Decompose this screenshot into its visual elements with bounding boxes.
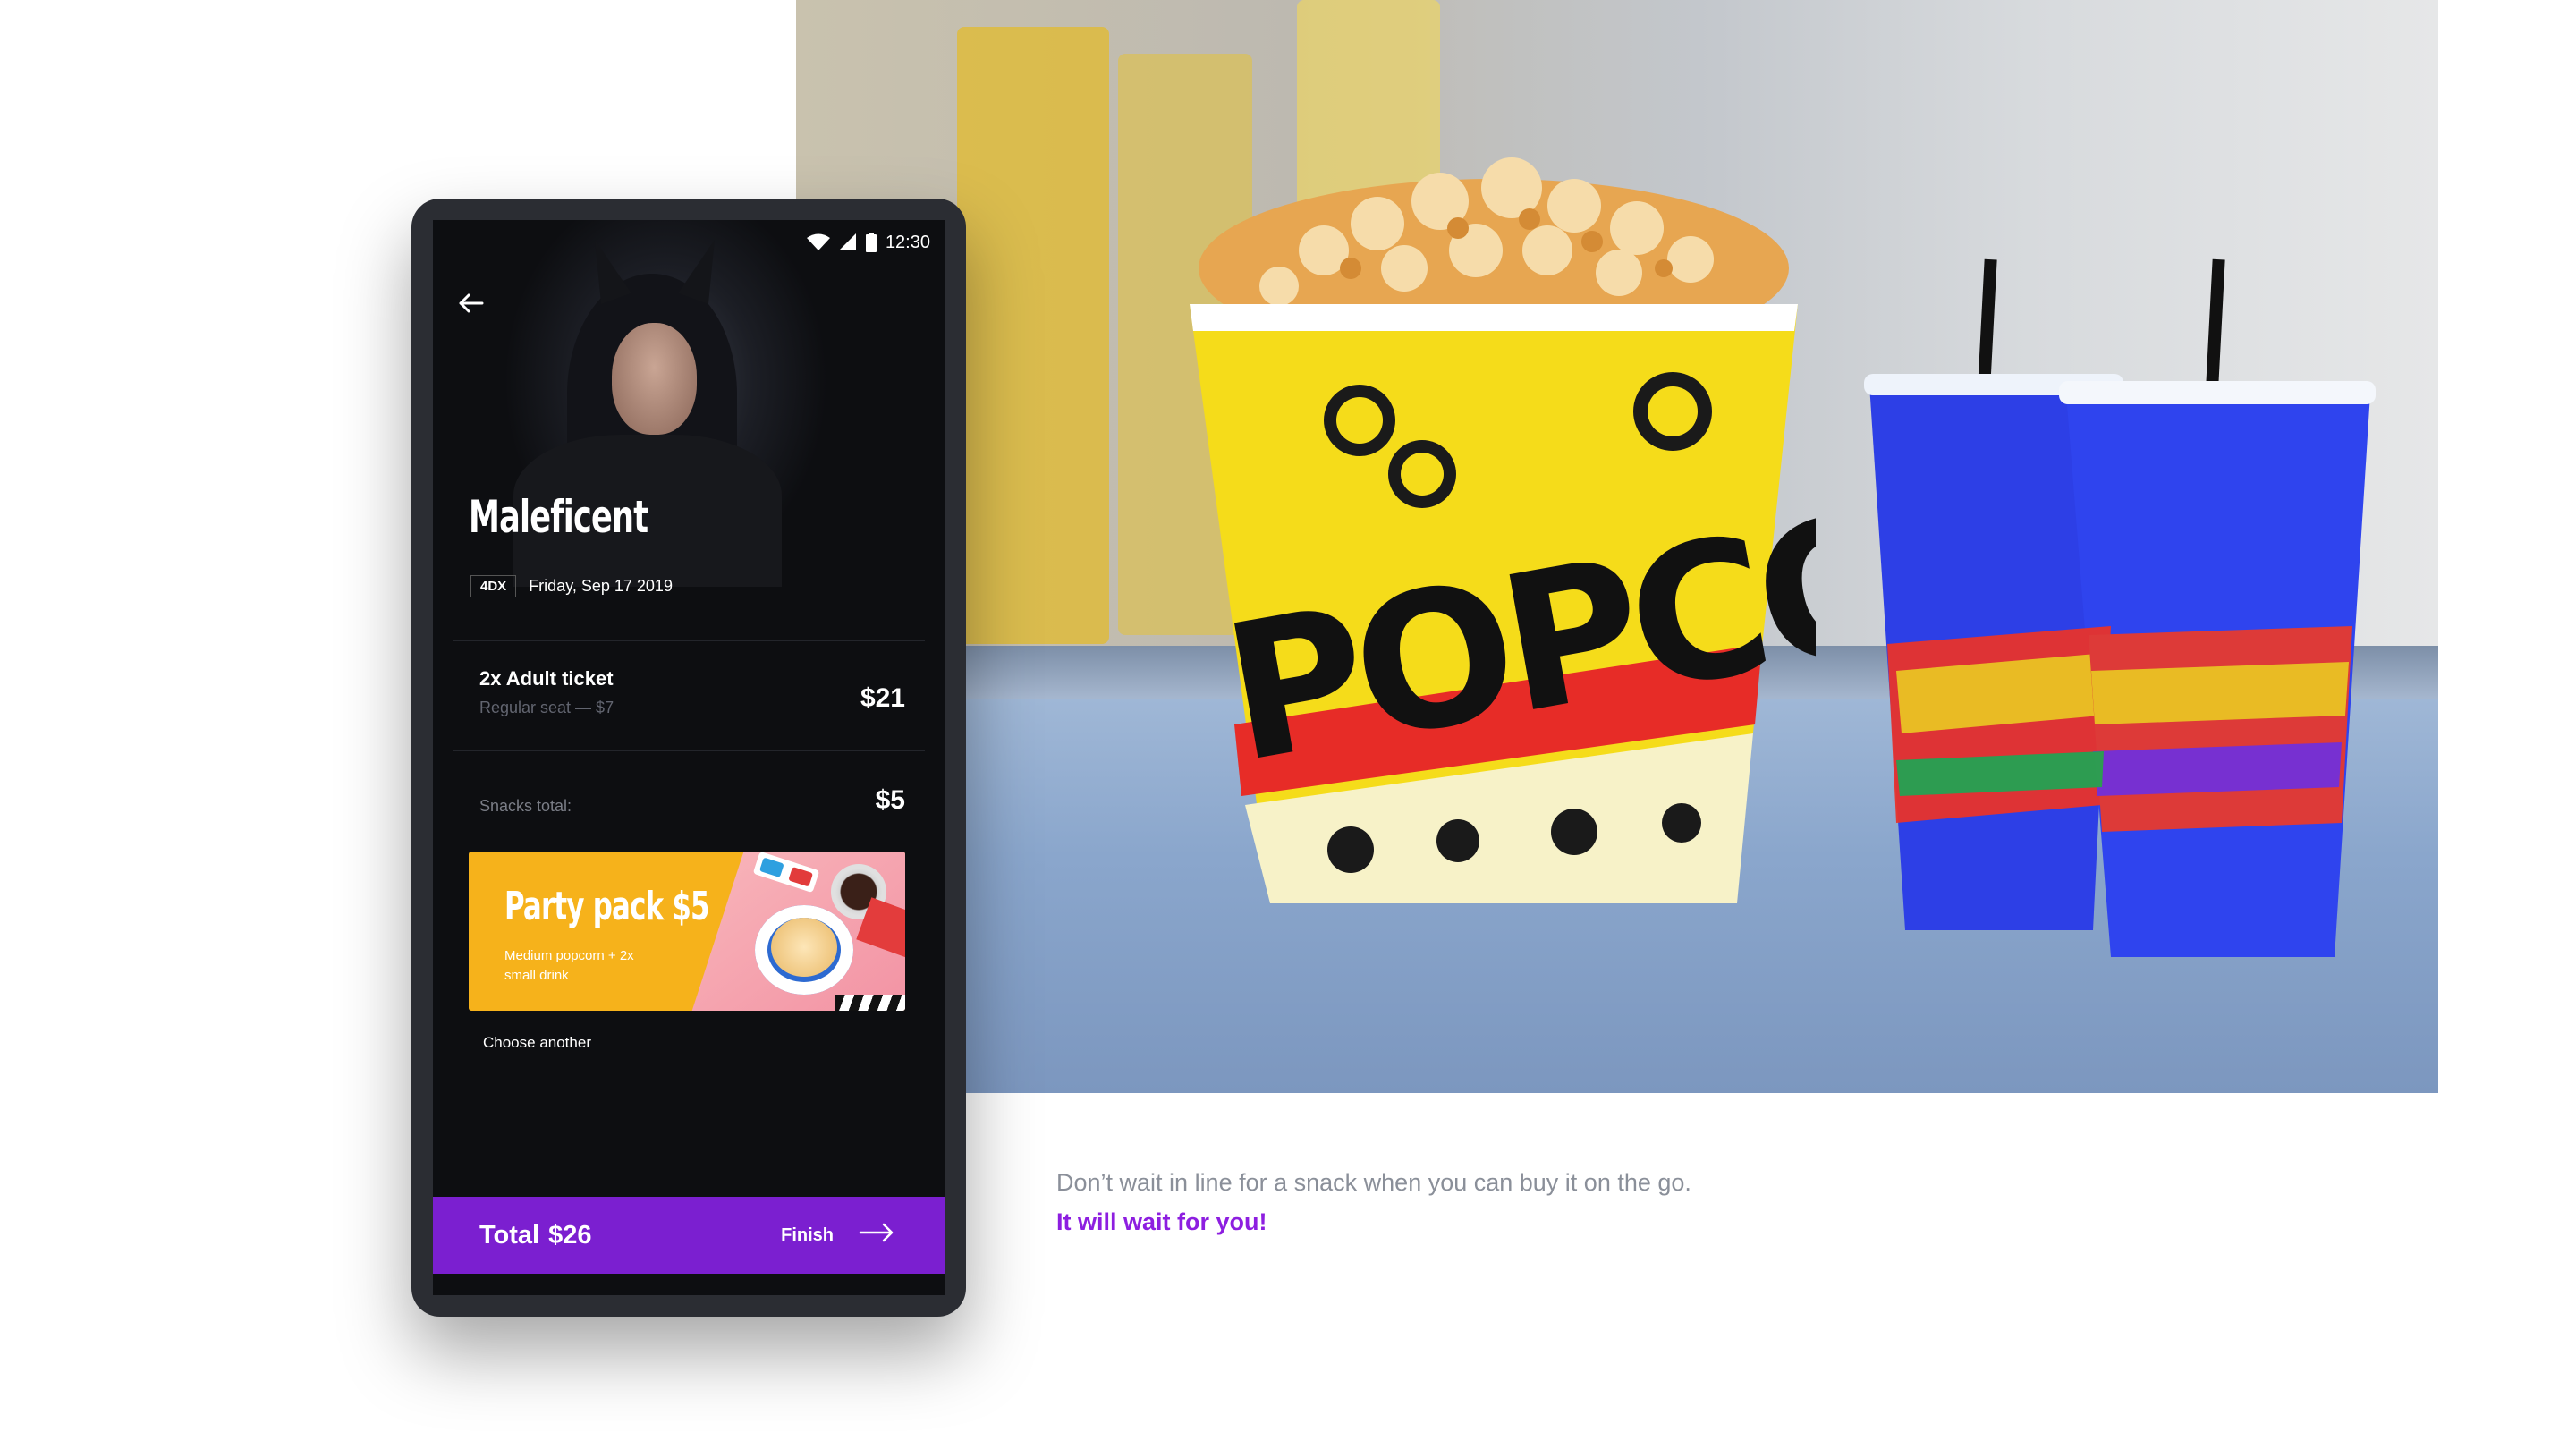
movie-poster (433, 220, 945, 685)
divider (453, 750, 925, 751)
finish-label: Finish (781, 1224, 834, 1245)
choose-another-link[interactable]: Choose another (483, 1034, 591, 1052)
phone-mockup: 12:30 Maleficent 4DX Friday, Sep 17 2019… (411, 199, 966, 1317)
finish-button[interactable]: Finish (781, 1223, 894, 1248)
ticket-price: $21 (860, 683, 905, 713)
ticket-subtitle: Regular seat — $7 (479, 699, 614, 716)
checkout-footer: Total $26 Finish (433, 1197, 945, 1274)
status-bar: 12:30 (806, 229, 930, 256)
snacks-label: Snacks total: (479, 797, 572, 815)
wifi-icon (806, 233, 830, 251)
promo-description: Medium popcorn + 2x small drink (504, 948, 634, 983)
battery-icon (865, 233, 877, 252)
party-pack-card[interactable]: Party pack $5 Medium popcorn + 2x small … (469, 852, 905, 1011)
popcorn-bowl-image (755, 905, 853, 995)
signal-icon (838, 233, 857, 251)
arrow-right-icon (859, 1223, 894, 1248)
showtime-date: Friday, Sep 17 2019 (529, 577, 673, 595)
popcorn-bucket-image: POPCORN (1190, 157, 1816, 903)
movie-meta: 4DX Friday, Sep 17 2019 (470, 575, 673, 597)
total-label: Total (479, 1220, 540, 1250)
ticket-title: 2x Adult ticket (479, 667, 614, 690)
total-value: $26 (548, 1220, 592, 1250)
back-arrow-icon (457, 292, 484, 318)
caption-line-2: It will wait for you! (1056, 1208, 1267, 1235)
divider (453, 640, 925, 641)
status-time: 12:30 (885, 232, 930, 252)
format-badge: 4DX (470, 575, 517, 597)
caption-line-1: Don’t wait in line for a snack when you … (1056, 1169, 1691, 1196)
checkout-screen: 12:30 Maleficent 4DX Friday, Sep 17 2019… (433, 220, 945, 1295)
hero-photo: POPCORN (796, 0, 2438, 1093)
drink-cups-image (1864, 258, 2376, 957)
movie-title: Maleficent (469, 491, 648, 543)
promo-title: Party pack $5 (504, 884, 710, 929)
clapperboard-image (835, 995, 905, 1011)
back-button[interactable] (453, 287, 488, 323)
marketing-caption: Don’t wait in line for a snack when you … (1056, 1163, 1691, 1241)
snacks-price: $5 (875, 785, 905, 815)
total-amount: Total $26 (479, 1221, 592, 1250)
